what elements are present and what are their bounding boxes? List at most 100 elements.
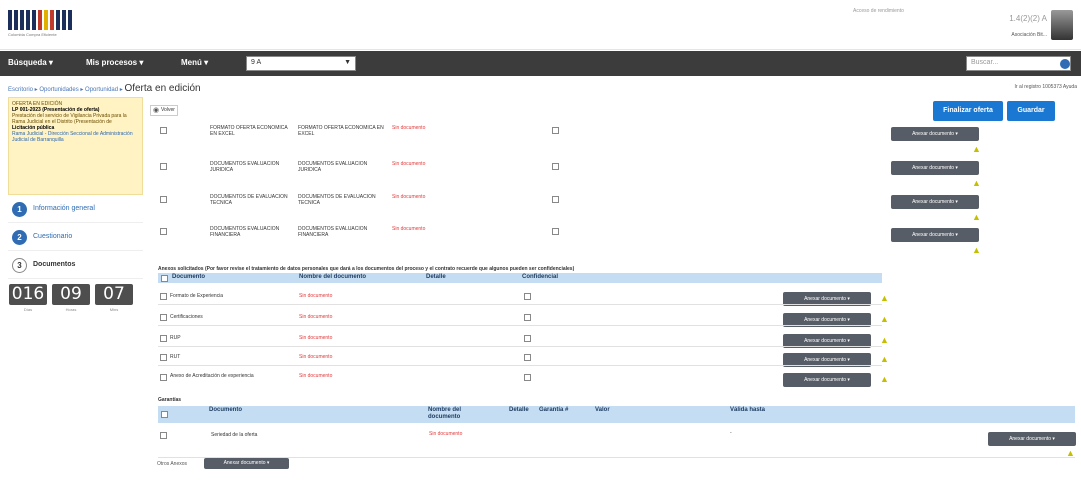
timer-days-value: 016 bbox=[9, 284, 47, 305]
warning-icon bbox=[880, 336, 890, 345]
doc-status: Sin documento bbox=[299, 354, 333, 360]
doc-type: DOCUMENTOS EVALUACION FINANCIERA bbox=[210, 226, 280, 238]
back-button[interactable]: Volver bbox=[150, 105, 178, 116]
confidential-checkbox[interactable] bbox=[552, 127, 559, 134]
confidential-checkbox[interactable] bbox=[552, 196, 559, 203]
confidential-checkbox[interactable] bbox=[552, 163, 559, 170]
attach-document-button[interactable]: Anexar documento ▾ bbox=[988, 432, 1076, 446]
warning-icon bbox=[972, 179, 982, 188]
registry-help-link[interactable]: Ir al registro 1005373 Ayuda bbox=[1015, 84, 1077, 90]
header-detalle: Detalle bbox=[426, 274, 446, 280]
requested-doc: Certificaciones bbox=[170, 314, 203, 320]
confidential-checkbox[interactable] bbox=[524, 314, 531, 321]
colombia-compra-logo[interactable]: Colombia Compra Eficiente bbox=[8, 10, 94, 40]
doc-status: Sin documento bbox=[392, 194, 426, 200]
row-divider bbox=[158, 365, 882, 366]
other-annex-button[interactable]: Anexar documento ▾ bbox=[204, 458, 289, 469]
attach-document-button[interactable]: Anexar documento ▾ bbox=[783, 373, 871, 387]
confidential-checkbox[interactable] bbox=[552, 228, 559, 235]
user-area: Acceso de rendimiento 1.4(2)(2) A Asocia… bbox=[853, 6, 1073, 46]
save-button[interactable]: Guardar bbox=[1007, 101, 1055, 121]
nav-menu[interactable]: Menú ▾ bbox=[181, 58, 208, 67]
row-divider bbox=[158, 457, 1075, 458]
header-valida-hasta: Válida hasta bbox=[730, 407, 766, 413]
nav-mis-procesos[interactable]: Mis procesos ▾ bbox=[86, 58, 143, 67]
timer-minutes-label: Mins bbox=[109, 307, 119, 312]
avatar[interactable] bbox=[1051, 10, 1073, 40]
doc-name: DOCUMENTOS EVALUACION JURIDICA bbox=[298, 161, 368, 173]
step-informacion-general[interactable]: 1 Información general bbox=[8, 197, 143, 223]
step-number: 2 bbox=[12, 230, 27, 245]
other-annexes-label: Otros Anexos bbox=[157, 461, 188, 467]
search-icon[interactable] bbox=[1060, 59, 1070, 69]
warning-icon bbox=[972, 213, 982, 222]
guarantee-doc: Seriedad de la oferta bbox=[211, 432, 258, 438]
requested-doc: Anexo de Acreditación de experiencia bbox=[170, 373, 254, 379]
select-all-checkbox[interactable] bbox=[161, 411, 168, 418]
doc-name: DOCUMENTOS EVALUACION FINANCIERA bbox=[298, 226, 368, 238]
warning-icon bbox=[972, 246, 982, 255]
confidential-checkbox[interactable] bbox=[524, 335, 531, 342]
doc-status: Sin documento bbox=[299, 314, 333, 320]
top-header: Colombia Compra Eficiente Acceso de rend… bbox=[0, 0, 1081, 50]
requested-doc: RUT bbox=[170, 354, 181, 360]
valid-until: - bbox=[730, 430, 732, 436]
row-checkbox[interactable] bbox=[160, 127, 167, 134]
row-checkbox[interactable] bbox=[160, 432, 167, 439]
step-label: Documentos bbox=[33, 261, 76, 268]
countdown-timer: 016 Días 09 Horas 07 Mins bbox=[8, 284, 143, 312]
main-navbar: Búsqueda ▾ Mis procesos ▾ Menú ▾ 9 A ▼ B… bbox=[0, 51, 1081, 76]
notice-entity-link[interactable]: Rama Judicial - Dirección Seccional de A… bbox=[12, 131, 139, 143]
breadcrumb-path[interactable]: Escritorio ▸ Oportunidades ▸ Oportunidad… bbox=[8, 87, 123, 93]
doc-status: Sin documento bbox=[392, 161, 426, 167]
user-name[interactable]: Asociación Bit... bbox=[1011, 32, 1047, 38]
timer-minutes-value: 07 bbox=[95, 284, 133, 305]
page-title: Oferta en edición bbox=[124, 83, 201, 94]
row-checkbox[interactable] bbox=[160, 354, 167, 361]
doc-status: Sin documento bbox=[299, 293, 333, 299]
finalize-offer-button[interactable]: Finalizar oferta bbox=[933, 101, 1003, 121]
header-nombre-documento: Nombre del documento bbox=[299, 274, 367, 280]
timer-hours: 09 Horas bbox=[51, 284, 91, 312]
row-checkbox[interactable] bbox=[160, 196, 167, 203]
step-cuestionario[interactable]: 2 Cuestionario bbox=[8, 225, 143, 251]
doc-status: Sin documento bbox=[299, 335, 333, 341]
search-input[interactable]: Buscar... bbox=[966, 56, 1071, 71]
doc-status: Sin documento bbox=[299, 373, 333, 379]
warning-icon bbox=[972, 145, 982, 154]
attach-document-button[interactable]: Anexar documento ▾ bbox=[891, 195, 979, 209]
confidential-checkbox[interactable] bbox=[524, 293, 531, 300]
confidential-checkbox[interactable] bbox=[524, 374, 531, 381]
warning-icon bbox=[880, 315, 890, 324]
entity-select-value: 9 A bbox=[251, 59, 262, 66]
sidebar: OFERTA EN EDICIÓN LP 001-2023 (Presentac… bbox=[8, 97, 143, 312]
notice-description: Prestación del servicio de Vigilancia Pr… bbox=[12, 113, 127, 125]
select-all-checkbox[interactable] bbox=[161, 275, 168, 282]
step-documentos[interactable]: 3 Documentos bbox=[8, 253, 143, 279]
guarantees-title: Garantías bbox=[158, 397, 182, 403]
row-checkbox[interactable] bbox=[160, 163, 167, 170]
row-checkbox[interactable] bbox=[160, 374, 167, 381]
row-checkbox[interactable] bbox=[160, 335, 167, 342]
doc-status: Sin documento bbox=[429, 431, 463, 437]
doc-type: DOCUMENTOS EVALUACION JURIDICA bbox=[210, 161, 280, 173]
nav-busqueda[interactable]: Búsqueda ▾ bbox=[8, 58, 53, 67]
step-label: Cuestionario bbox=[33, 233, 73, 240]
confidential-checkbox[interactable] bbox=[524, 354, 531, 361]
attach-document-button[interactable]: Anexar documento ▾ bbox=[891, 228, 979, 242]
attach-document-button[interactable]: Anexar documento ▾ bbox=[891, 127, 979, 141]
row-checkbox[interactable] bbox=[160, 228, 167, 235]
step-label: Información general bbox=[33, 205, 95, 212]
breadcrumb: Escritorio ▸ Oportunidades ▸ Oportunidad… bbox=[8, 83, 201, 94]
doc-type: FORMATO OFERTA ECONOMICA EN EXCEL bbox=[210, 125, 288, 137]
logo-caption: Colombia Compra Eficiente bbox=[8, 32, 57, 37]
row-checkbox[interactable] bbox=[160, 314, 167, 321]
timer-hours-value: 09 bbox=[52, 284, 90, 305]
timer-hours-label: Horas bbox=[65, 307, 77, 312]
doc-status: Sin documento bbox=[392, 226, 426, 232]
entity-select[interactable]: 9 A ▼ bbox=[246, 56, 356, 71]
header-documento: Documento bbox=[209, 407, 242, 413]
row-checkbox[interactable] bbox=[160, 293, 167, 300]
process-notice: OFERTA EN EDICIÓN LP 001-2023 (Presentac… bbox=[8, 97, 143, 195]
attach-document-button[interactable]: Anexar documento ▾ bbox=[891, 161, 979, 175]
